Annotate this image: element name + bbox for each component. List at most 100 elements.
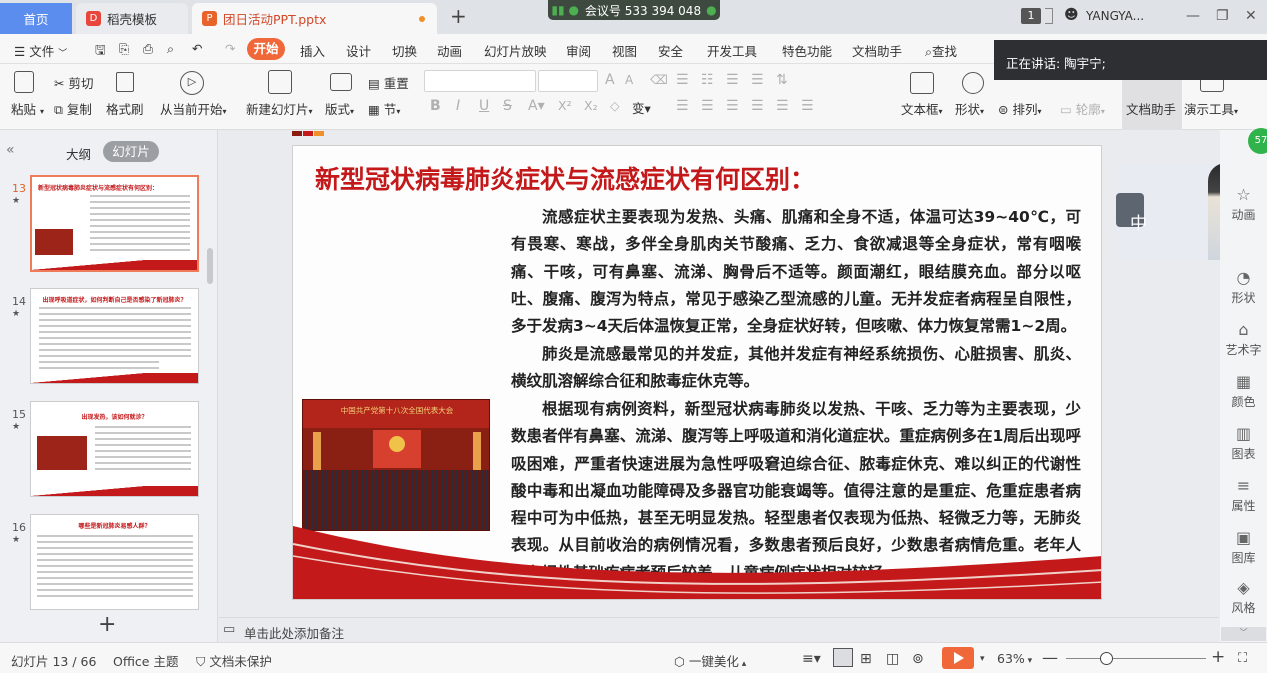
panel-color[interactable]: ▦ 颜色 — [1220, 372, 1267, 410]
font-grow-icon[interactable]: A — [605, 72, 615, 88]
zoom-level[interactable]: 63% ▾ — [997, 651, 1032, 666]
user-name[interactable]: YANGYA... — [1086, 9, 1144, 23]
play-circle-icon[interactable]: ▷ — [180, 71, 204, 95]
outline-button[interactable]: ▭ 轮廓▾ — [1060, 99, 1105, 118]
doc-assistant-button[interactable]: 文档助手 — [1126, 99, 1176, 118]
reset-button[interactable]: ▤ 重置 — [368, 73, 409, 92]
font-name-select[interactable] — [424, 70, 536, 92]
slide-thumbnail-15[interactable]: 出现发热，该如何就诊？ — [30, 401, 199, 497]
zoom-slider-track[interactable] — [1066, 658, 1206, 659]
protect-status[interactable]: ⛉ 文档未保护 — [196, 651, 272, 670]
panel-wordart[interactable]: ⌂ 艺术字 — [1220, 320, 1267, 358]
clear-format-icon[interactable]: ⌫ — [650, 72, 668, 87]
superscript-icon[interactable]: X² — [558, 98, 572, 113]
textbox-icon[interactable] — [910, 72, 934, 94]
score-badge[interactable]: 57 — [1248, 128, 1267, 154]
layout-button[interactable]: 版式▾ — [325, 99, 354, 118]
save-icon[interactable]: 🖫 — [95, 41, 106, 62]
menu-design[interactable]: 设计 — [346, 41, 371, 60]
theme-name[interactable]: Office 主题 — [113, 651, 178, 670]
sidebar-scrollbar[interactable] — [207, 248, 213, 284]
add-slide-button[interactable]: + — [98, 612, 116, 637]
bold-icon[interactable]: B — [430, 98, 441, 114]
eraser-icon[interactable]: ◇ — [610, 98, 620, 113]
present-tool-button[interactable]: 演示工具▾ — [1184, 99, 1238, 118]
font-size-select[interactable] — [538, 70, 598, 92]
tab-document[interactable]: P 团日活动PPT.pptx — [192, 3, 437, 34]
list-icons[interactable]: ☰ ☷ ☰ ☰ ⇅ — [676, 72, 792, 88]
beautify-button[interactable]: ⬡ 一键美化 ▴ — [674, 651, 746, 670]
play-dropdown-icon[interactable]: ▾ — [980, 654, 985, 664]
panel-animation[interactable]: ☆ 动画 — [1220, 185, 1267, 223]
section-button[interactable]: ▦ 节▾ — [368, 99, 400, 118]
slide-thumbnail-16[interactable]: 哪些是新冠肺炎易感人群？ — [30, 514, 199, 610]
print-icon[interactable]: ⎙ — [143, 41, 153, 57]
menu-insert[interactable]: 插入 — [300, 41, 325, 60]
menu-review[interactable]: 审阅 — [566, 41, 591, 60]
sorter-view-icon[interactable]: ⊞ — [860, 651, 872, 667]
user-avatar-icon[interactable]: ☻ — [1064, 7, 1079, 23]
italic-icon[interactable]: I — [456, 98, 460, 114]
shape-button[interactable]: 形状▾ — [955, 99, 984, 118]
subscript-icon[interactable]: X₂ — [584, 98, 598, 113]
fit-window-icon[interactable]: ⛶ — [1238, 651, 1247, 666]
menu-view[interactable]: 视图 — [612, 41, 637, 60]
redo-icon[interactable]: ↷ — [225, 41, 235, 56]
menu-transition[interactable]: 切换 — [392, 41, 417, 60]
restore-icon[interactable]: ❐ — [1216, 8, 1229, 24]
panel-gallery[interactable]: ▣ 图库 — [1220, 528, 1267, 566]
minimize-icon[interactable]: — — [1186, 8, 1200, 24]
panel-style[interactable]: ◈ 风格 — [1220, 578, 1267, 616]
menu-slideshow[interactable]: 幻灯片放映 — [484, 41, 547, 60]
page-badge[interactable]: 1 — [1021, 8, 1041, 24]
menu-developer[interactable]: 开发工具 — [707, 41, 757, 60]
new-tab-button[interactable]: + — [450, 4, 467, 28]
panel-properties[interactable]: ≡ 属性 — [1220, 476, 1267, 514]
strikethrough-icon[interactable]: S — [503, 98, 512, 114]
current-slide[interactable]: 新型冠状病毒肺炎症状与流感症状有何区别： 流感症状主要表现为发热、头痛、肌痛和全… — [292, 145, 1102, 600]
notes-pane[interactable]: ▭ 单击此处添加备注 — [219, 617, 1219, 642]
zoom-in-button[interactable]: + — [1211, 647, 1225, 667]
from-current-button[interactable]: 从当前开始▾ — [160, 99, 227, 118]
shape-icon[interactable] — [962, 72, 984, 94]
paste-button[interactable]: 粘贴 ▾ — [11, 99, 44, 118]
preview-icon[interactable]: ⌕ — [167, 41, 174, 57]
format-painter-button[interactable]: 格式刷 — [106, 99, 144, 118]
slideshow-play-button[interactable] — [942, 647, 974, 669]
menu-doc-assistant[interactable]: 文档助手 — [852, 41, 902, 60]
panel-chart[interactable]: ▥ 图表 — [1220, 424, 1267, 462]
font-color-icon[interactable]: A▾ — [528, 98, 545, 114]
reading-view-icon[interactable]: ◫ — [886, 651, 899, 667]
slide-thumbnail-13[interactable]: 新型冠状病毒肺炎症状与流感症状有何区别： — [30, 175, 199, 272]
cut-button[interactable]: ✂ 剪切 — [54, 73, 93, 92]
congress-photo[interactable]: 中国共产党第十八次全国代表大会 — [302, 399, 490, 531]
file-menu[interactable]: ☰ 文件 ﹀ — [14, 41, 67, 60]
menu-animation[interactable]: 动画 — [437, 41, 462, 60]
slide-title[interactable]: 新型冠状病毒肺炎症状与流感症状有何区别： — [315, 160, 815, 196]
menu-features[interactable]: 特色功能 — [782, 41, 832, 60]
copy-button[interactable]: ⧉ 复制 — [54, 99, 92, 118]
char-spacing-icon[interactable]: 变▾ — [632, 98, 651, 117]
arrange-button[interactable]: ⊜ 排列▾ — [998, 99, 1041, 118]
meeting-bar[interactable]: ▮▮ ● 会议号 533 394 048 ● — [548, 0, 720, 20]
search-button[interactable]: ⌕查找 — [925, 41, 957, 60]
notes-placeholder[interactable]: 单击此处添加备注 — [244, 623, 344, 642]
panel-collapse-icon[interactable]: ﹀ — [1221, 627, 1266, 641]
outline-tab[interactable]: 大纲 — [66, 144, 91, 163]
tab-docer[interactable]: D 稻壳模板 — [76, 3, 188, 34]
presenter-view-icon[interactable]: ⊚ — [912, 651, 924, 667]
paste-icon[interactable] — [14, 71, 34, 93]
layout-icon[interactable] — [330, 73, 352, 91]
menu-start[interactable]: 开始 — [247, 38, 285, 60]
notes-view-icon[interactable]: ≡▾ — [802, 651, 821, 667]
zoom-out-button[interactable]: — — [1042, 648, 1058, 667]
panel-shape[interactable]: ◔ 形状 — [1220, 268, 1267, 306]
slides-tab[interactable]: 幻灯片 — [103, 141, 159, 162]
menu-security[interactable]: 安全 — [658, 41, 683, 60]
format-painter-icon[interactable] — [116, 72, 134, 92]
slide-paragraph-2[interactable]: 肺炎是流感最常见的并发症，其他并发症有神经系统损伤、心脏损害、肌炎、横纹肌溶解综… — [511, 341, 1081, 396]
normal-view-icon[interactable] — [833, 648, 853, 667]
font-shrink-icon[interactable]: A — [625, 73, 633, 87]
zoom-slider-thumb[interactable] — [1100, 652, 1114, 665]
undo-icon[interactable]: ↶ — [192, 41, 202, 56]
